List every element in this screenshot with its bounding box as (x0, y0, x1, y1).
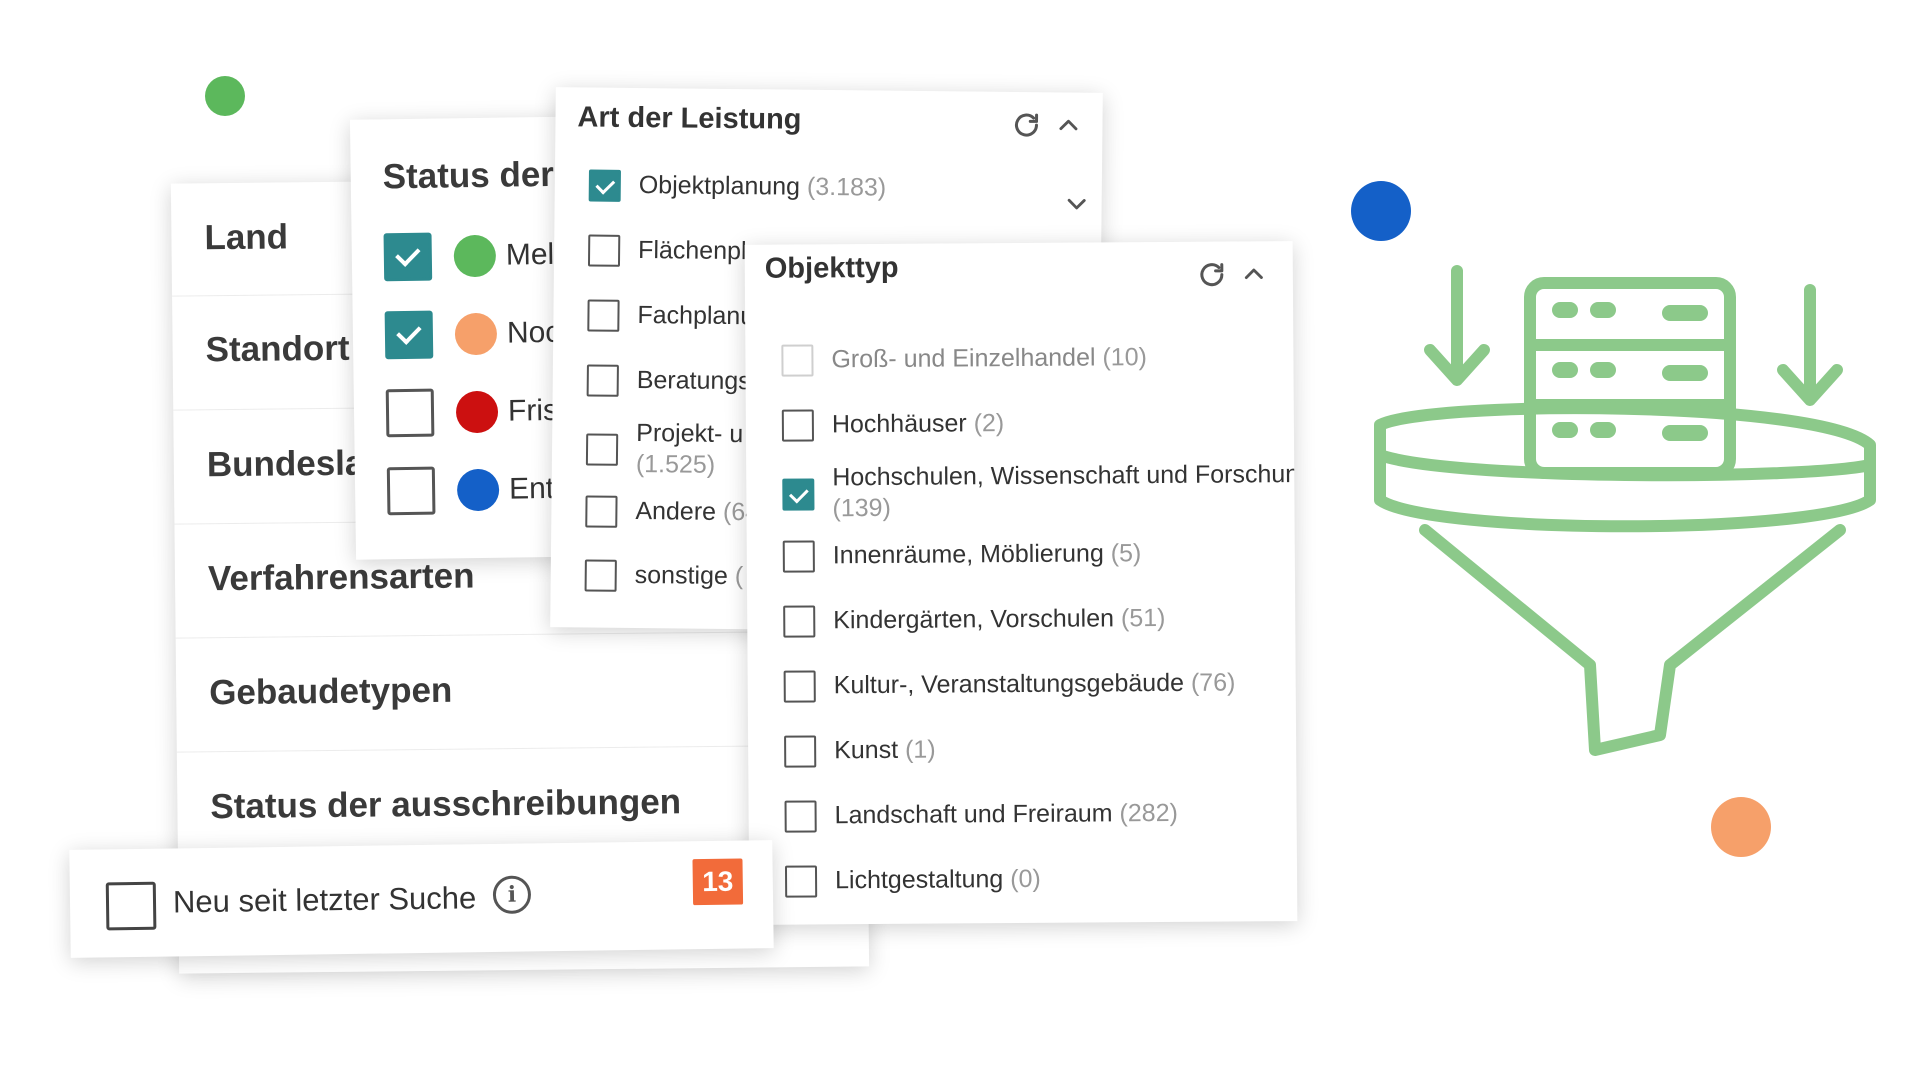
leistung-option[interactable]: Fachplanu (587, 299, 754, 333)
decorative-dot-blue (1351, 181, 1411, 241)
option-checkbox[interactable] (784, 735, 817, 768)
leistung-option[interactable]: Beratungs (586, 364, 751, 398)
leistung-option[interactable]: Objektplanung (3.183) (588, 169, 887, 205)
status-label: Ent (508, 471, 555, 506)
status-checkbox[interactable] (385, 388, 435, 438)
option-checkbox[interactable] (588, 169, 621, 202)
status-color-dot (455, 390, 499, 434)
option-label: Objektplanung (3.183) (638, 171, 887, 202)
option-checkbox[interactable] (781, 344, 814, 377)
objekttyp-option[interactable]: Hochhäuser (2) (781, 408, 1005, 442)
leistung-option[interactable]: Flächenpl (587, 234, 747, 268)
category-bundesland[interactable]: Bundesla (207, 444, 365, 486)
status-label: Mel (505, 237, 555, 272)
new-since-last-search-checkbox[interactable] (105, 881, 157, 931)
chevron-up-icon[interactable] (1241, 261, 1267, 293)
category-gebaudetypen[interactable]: Gebaudetypen (209, 671, 453, 714)
option-label: Kunst (1) (834, 735, 936, 765)
status-label: Fris (507, 393, 559, 428)
leistung-option[interactable]: Projekt- u (1.525) (585, 417, 744, 481)
option-checkbox[interactable] (784, 800, 817, 833)
option-label: Groß- und Einzelhandel (10) (831, 343, 1147, 374)
option-checkbox[interactable] (584, 559, 617, 592)
objekttyp-panel-title: Objekttyp (764, 251, 899, 285)
objekttyp-option[interactable]: Innenräume, Möblierung (5) (782, 538, 1142, 573)
new-since-last-search-panel: Neu seit letzter Suche i 13 (69, 840, 774, 958)
option-label: Innenräume, Möblierung (5) (832, 539, 1142, 570)
status-option[interactable]: Ent (386, 464, 555, 516)
status-option[interactable]: Fris (385, 386, 559, 438)
option-label: Landschaft und Freiraum (282) (834, 798, 1178, 830)
database-funnel-icon (1374, 265, 1876, 756)
objekttyp-option[interactable]: Lichtgestaltung (0) (784, 864, 1041, 898)
option-checkbox[interactable] (782, 478, 815, 511)
status-color-dot (456, 468, 500, 512)
option-label: Hochschulen, Wissenschaft und Forschung(… (832, 459, 1298, 523)
option-checkbox[interactable] (587, 299, 620, 332)
status-checkbox[interactable] (384, 310, 434, 360)
decorative-dot-green (205, 76, 245, 116)
option-label: Hochhäuser (2) (831, 409, 1005, 439)
option-label: Flächenpl (637, 236, 747, 266)
option-checkbox[interactable] (586, 364, 619, 397)
option-checkbox[interactable] (587, 234, 621, 267)
new-since-last-search-label: Neu seit letzter Suche (172, 880, 477, 920)
status-option[interactable]: Noc (384, 308, 561, 360)
objekttyp-option[interactable]: Kindergärten, Vorschulen (51) (783, 603, 1166, 638)
option-label: Kindergärten, Vorschulen (51) (833, 603, 1166, 635)
objekttyp-option[interactable]: Landschaft und Freiraum (282) (784, 798, 1178, 833)
status-option[interactable]: Mel (383, 230, 555, 282)
leistung-option[interactable]: Andere (64 (585, 495, 759, 529)
option-checkbox[interactable] (585, 495, 618, 528)
option-checkbox[interactable] (783, 670, 816, 703)
status-color-dot (454, 312, 498, 356)
objekttyp-option[interactable]: Kultur-, Veranstaltungsgebäude (76) (783, 668, 1236, 703)
status-checkbox[interactable] (386, 466, 436, 516)
status-panel-title: Status der (382, 154, 555, 197)
info-icon[interactable]: i (492, 875, 532, 915)
objekttyp-option[interactable]: Hochschulen, Wissenschaft und Forschung(… (782, 459, 1297, 525)
category-status-ausschreibungen[interactable]: Status der ausschreibungen (210, 782, 681, 827)
option-checkbox[interactable] (783, 605, 816, 638)
objekttyp-option[interactable]: Groß- und Einzelhandel (10) (781, 342, 1147, 377)
objekttyp-option[interactable]: Kunst (1) (784, 735, 936, 768)
option-label: Projekt- u (1.525) (635, 419, 744, 479)
refresh-icon[interactable] (1011, 110, 1041, 146)
option-label: Fachplanu (637, 301, 755, 331)
category-land[interactable]: Land (204, 217, 288, 258)
option-checkbox[interactable] (784, 865, 818, 898)
chevron-up-icon[interactable] (1055, 112, 1081, 144)
category-verfahrensarten[interactable]: Verfahrensarten (208, 556, 475, 599)
status-color-dot (453, 234, 497, 278)
decorative-dot-orange (1711, 797, 1771, 857)
option-label: Beratungs (636, 366, 751, 396)
objekttyp-panel: Objekttyp Groß- und Einzelhandel (10) Ho… (744, 241, 1298, 925)
option-label: Lichtgestaltung (0) (834, 864, 1041, 895)
option-checkbox[interactable] (781, 409, 815, 442)
category-standort[interactable]: Standort (205, 329, 349, 371)
new-count-badge: 13 (692, 858, 744, 906)
refresh-icon[interactable] (1197, 260, 1227, 296)
option-label: Andere (64 (635, 497, 760, 527)
option-label: Kultur-, Veranstaltungsgebäude (76) (833, 668, 1236, 700)
option-checkbox[interactable] (782, 540, 815, 573)
status-checkbox[interactable] (383, 232, 433, 282)
leistung-panel-title: Art der Leistung (577, 101, 802, 136)
option-label: sonstige ( (634, 561, 744, 591)
chevron-down-icon[interactable] (1063, 190, 1089, 222)
leistung-option[interactable]: sonstige ( (584, 559, 744, 593)
option-checkbox[interactable] (585, 433, 619, 466)
